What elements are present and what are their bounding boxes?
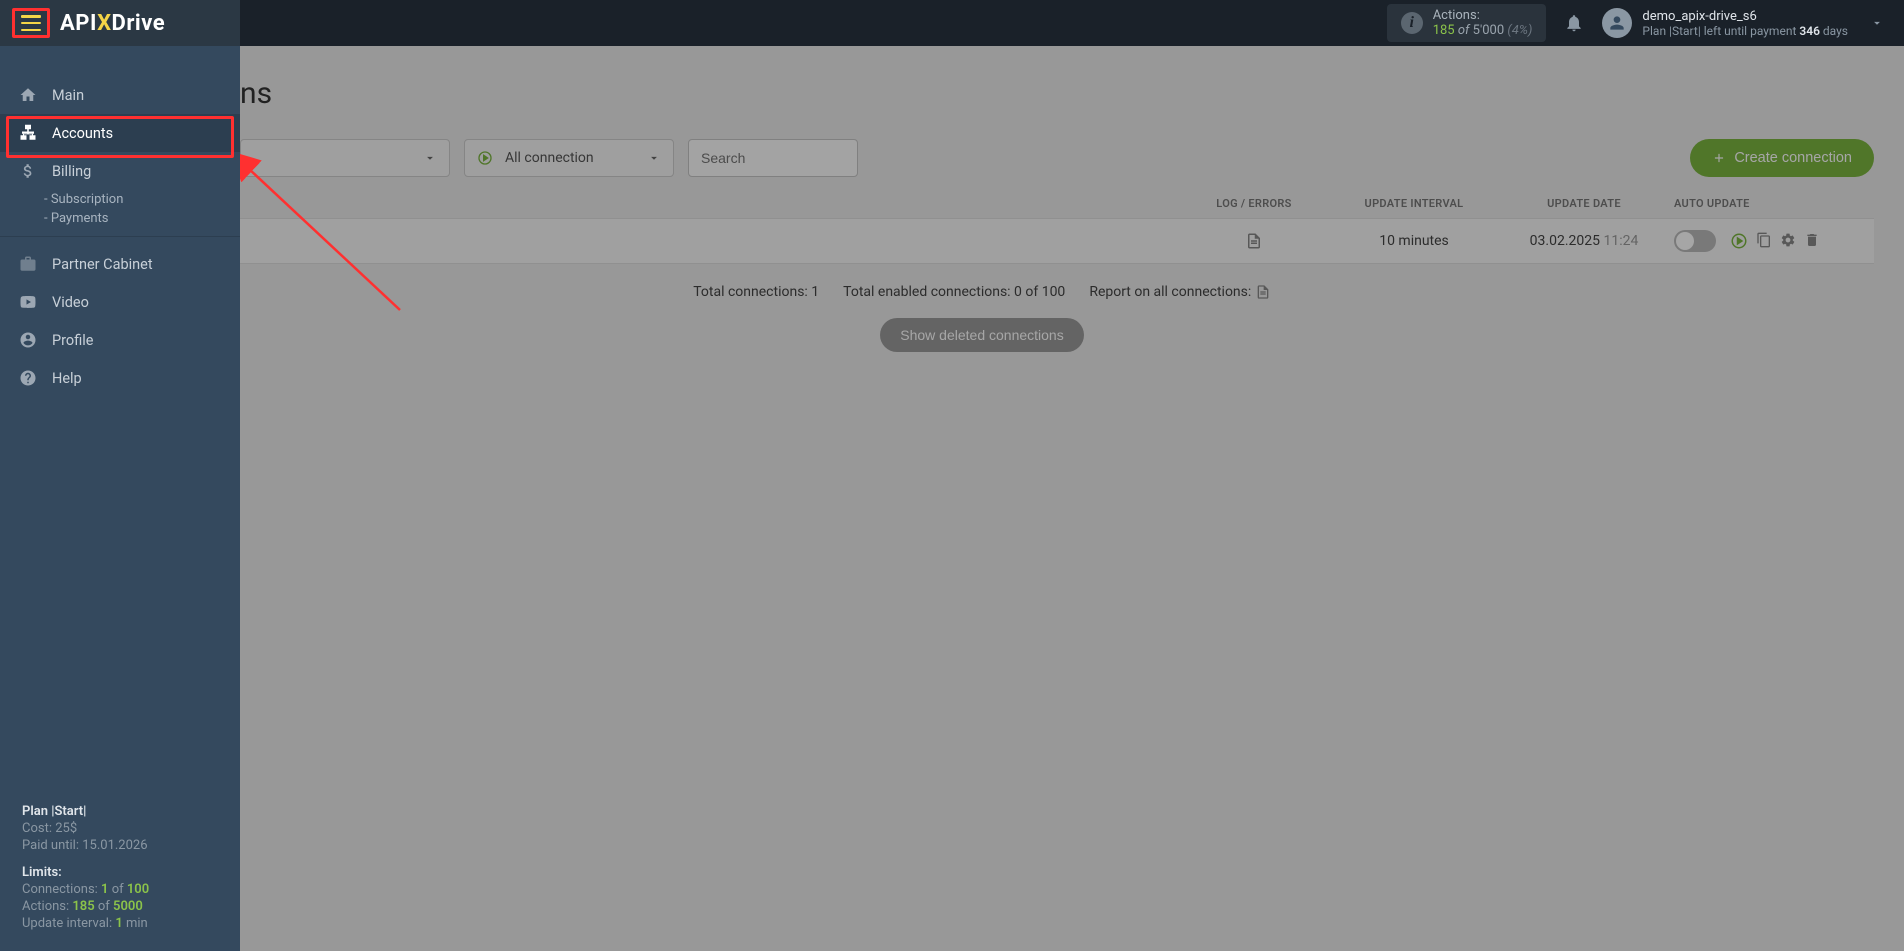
hamburger-menu-icon[interactable] [21, 15, 41, 31]
home-icon [18, 86, 38, 104]
search-input[interactable] [688, 139, 858, 177]
th-interval: UPDATE INTERVAL [1334, 197, 1494, 210]
nav: Main Accounts Billing - Subscription - P… [0, 46, 240, 786]
sidebar-item-accounts[interactable]: Accounts [0, 114, 240, 152]
th-log: LOG / ERRORS [1174, 197, 1334, 210]
sf-plan: Plan |Start| [22, 804, 218, 819]
filter-select-connection[interactable]: All connection [464, 139, 674, 177]
sidebar-sub-payments[interactable]: - Payments [44, 209, 240, 228]
logo-api: API [60, 11, 97, 36]
dollar-icon [18, 162, 38, 180]
sidebar-item-help[interactable]: Help [0, 359, 240, 397]
summary-total: Total connections: 1 [693, 284, 819, 300]
log-icon[interactable] [1174, 232, 1334, 250]
main-content: ns All connection Create connection LO [0, 46, 1904, 951]
sidebar-sub-subscription[interactable]: - Subscription [44, 190, 240, 209]
chevron-down-icon [1870, 16, 1884, 30]
toolbar: All connection Create connection [90, 139, 1874, 177]
summary-report: Report on all connections: [1089, 284, 1270, 300]
logo[interactable]: APIXDrive [60, 11, 165, 36]
table-row[interactable]: 10 minutes 03.02.2025 11:24 [90, 218, 1874, 264]
logo-area: APIXDrive [0, 0, 240, 46]
logo-drive: Drive [112, 11, 166, 36]
user-name: demo_apix-drive_s6 [1642, 9, 1848, 24]
avatar-icon [1602, 8, 1632, 38]
user-plan-info: Plan |Start| left until payment 346 days [1642, 24, 1848, 38]
th-date: UPDATE DATE [1494, 197, 1674, 210]
auto-update-toggle[interactable] [1674, 230, 1716, 252]
td-date: 03.02.2025 11:24 [1494, 233, 1674, 249]
show-deleted-button[interactable]: Show deleted connections [880, 318, 1083, 352]
actions-label: Actions: [1433, 8, 1533, 23]
actions-counter[interactable]: i Actions: 185 of 5'000 (4%) [1387, 4, 1547, 42]
help-icon [18, 369, 38, 387]
sitemap-icon [18, 124, 38, 142]
briefcase-icon [18, 255, 38, 273]
gear-icon[interactable] [1780, 232, 1796, 250]
connections-table: LOG / ERRORS UPDATE INTERVAL UPDATE DATE… [90, 189, 1874, 264]
th-auto: AUTO UPDATE [1674, 197, 1854, 210]
play-icon[interactable] [1730, 232, 1748, 250]
sidebar-item-video[interactable]: Video [0, 283, 240, 321]
actions-numbers: 185 of 5'000 (4%) [1433, 23, 1533, 38]
user-menu[interactable]: demo_apix-drive_s6 Plan |Start| left unt… [1602, 8, 1884, 38]
bell-icon[interactable] [1564, 13, 1584, 33]
filter-select-1[interactable] [240, 139, 450, 177]
summary-enabled: Total enabled connections: 0 of 100 [843, 284, 1065, 300]
sidebar-item-billing[interactable]: Billing [0, 152, 240, 190]
sidebar-footer: Plan |Start| Cost: 25$ Paid until: 15.01… [0, 786, 240, 951]
sidebar-item-profile[interactable]: Profile [0, 321, 240, 359]
logo-x: X [97, 11, 111, 36]
td-interval: 10 minutes [1334, 233, 1494, 249]
sidebar-item-main[interactable]: Main [0, 76, 240, 114]
sidebar: Main Accounts Billing - Subscription - P… [0, 46, 240, 951]
video-icon [18, 293, 38, 311]
create-connection-button[interactable]: Create connection [1690, 139, 1874, 177]
summary: Total connections: 1 Total enabled conne… [90, 284, 1874, 300]
copy-icon[interactable] [1756, 232, 1772, 250]
info-icon: i [1401, 12, 1423, 34]
topbar-right: i Actions: 185 of 5'000 (4%) demo_apix-d… [1387, 4, 1904, 42]
user-icon [18, 331, 38, 349]
topbar: APIXDrive i Actions: 185 of 5'000 (4%) [0, 0, 1904, 46]
trash-icon[interactable] [1804, 232, 1820, 250]
hamburger-highlight-box [12, 8, 50, 38]
sidebar-item-partner-cabinet[interactable]: Partner Cabinet [0, 245, 240, 283]
page-title: ns [90, 76, 1874, 111]
